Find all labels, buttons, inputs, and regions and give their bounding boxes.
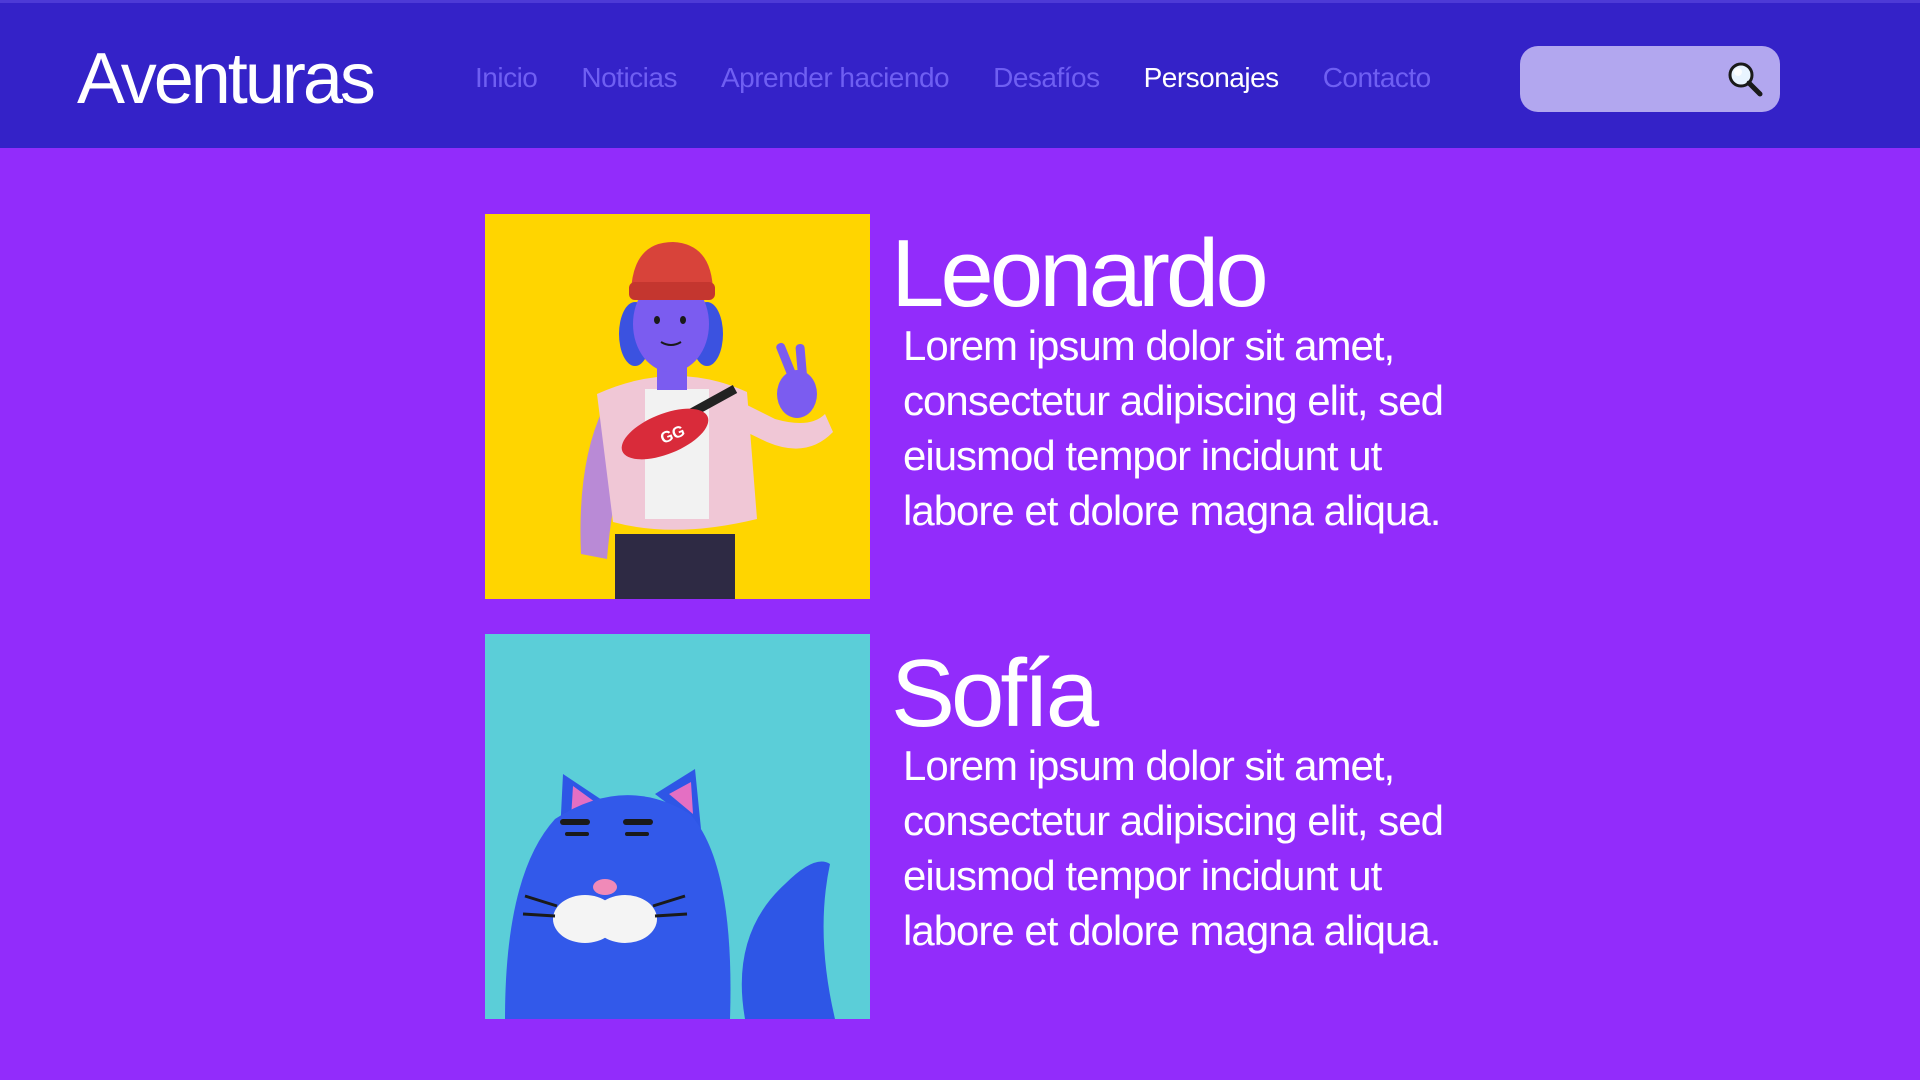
character-name: Leonardo (891, 220, 1269, 327)
nav-item-contacto[interactable]: Contacto (1323, 58, 1432, 98)
cat-avatar-illustration (485, 634, 870, 1019)
nav-item-desafios[interactable]: Desafíos (993, 58, 1100, 98)
nav-item-personajes[interactable]: Personajes (1144, 58, 1280, 98)
character-card: GG Leonardo Lorem ipsum dolor sit amet, … (485, 214, 1461, 599)
character-description: Lorem ipsum dolor sit amet, consectetur … (903, 322, 1444, 534)
search-icon[interactable] (1724, 58, 1766, 100)
site-logo[interactable]: Aventuras (77, 37, 376, 121)
character-description: Lorem ipsum dolor sit amet, consectetur … (903, 742, 1444, 954)
boy-avatar-illustration: GG (485, 214, 870, 599)
character-image-sofia (485, 634, 870, 1019)
character-card: Sofía Lorem ipsum dolor sit amet, consec… (485, 634, 1461, 1019)
character-name: Sofía (891, 640, 1099, 747)
search-box[interactable] (1520, 46, 1780, 114)
nav-item-inicio[interactable]: Inicio (475, 58, 538, 98)
site-header: Aventuras Inicio Noticias Aprender hacie… (0, 0, 1920, 148)
nav-item-noticias[interactable]: Noticias (581, 58, 677, 98)
nav-item-aprender-haciendo[interactable]: Aprender haciendo (721, 58, 950, 98)
main-nav: Inicio Noticias Aprender haciendo Desafí… (475, 58, 1475, 98)
character-image-leonardo: GG (485, 214, 870, 599)
search-input[interactable] (1538, 46, 1722, 114)
